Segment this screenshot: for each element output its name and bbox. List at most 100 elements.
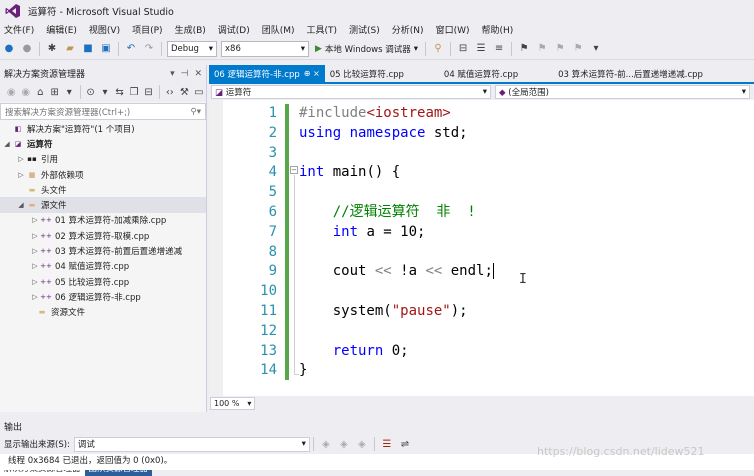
collapsed-arrow-icon[interactable]: ▷ (30, 293, 40, 301)
menu-view[interactable]: 视图(V) (85, 23, 128, 36)
tree-item-project[interactable]: ◢ ◪ 运算符 (0, 136, 206, 151)
code-line: using namespace std; (299, 124, 468, 141)
menu-edit[interactable]: 编辑(E) (42, 23, 85, 36)
code-line: return 0; (332, 342, 409, 359)
code-editor[interactable]: 1 2 3 4 5 6 7 8 9 10 11 12 13 14 − #incl… (209, 100, 754, 396)
line-number: 10 (260, 283, 277, 300)
panel-menu-icon[interactable]: ▾ (170, 69, 175, 79)
switch-views-icon[interactable]: ⊞ (49, 84, 62, 100)
redo-icon[interactable]: ↷ (141, 41, 157, 57)
tree-item-file[interactable]: ▷ ++ 02 算术运算符-取模.cpp (0, 228, 206, 243)
menu-team[interactable]: 团队(M) (258, 23, 303, 36)
tree-item-file[interactable]: ▷ ++ 06 逻辑运算符-非.cpp (0, 289, 206, 304)
menu-file[interactable]: 文件(F) (0, 23, 42, 36)
tree-item-headers[interactable]: ▬ 头文件 (0, 182, 206, 197)
back-icon[interactable]: ● (1, 41, 17, 57)
pin-close-icon[interactable]: ⊕ × (304, 69, 320, 78)
home-icon[interactable]: ⌂ (34, 84, 47, 100)
cpp-file-icon: ++ (40, 231, 52, 240)
collapse-all-icon[interactable]: ⊟ (142, 84, 155, 100)
code-text[interactable]: #include<iostream> using namespace std; … (299, 104, 749, 381)
prev-bookmark-icon[interactable]: ⚑ (534, 41, 550, 57)
step-icon[interactable]: ⊟ (455, 41, 471, 57)
line-number: 4 (268, 164, 277, 181)
tree-item-file[interactable]: ▷ ++ 03 算术运算符-前置后置递增递减 (0, 243, 206, 258)
dropdown-arrow-icon: ▾ (247, 399, 252, 408)
expanded-arrow-icon[interactable]: ◢ (2, 140, 12, 148)
toolbar-overflow-icon[interactable]: ▾ (588, 41, 604, 57)
tree-item-file[interactable]: ▷ ++ 01 算术运算符-加减乘除.cpp (0, 213, 206, 228)
dropdown-arrow-icon[interactable]: ▾ (63, 84, 76, 100)
line-number: 2 (268, 124, 277, 141)
solution-search-input[interactable]: 搜索解决方案资源管理器(Ctrl+;) ⚲▾ (0, 103, 206, 120)
pin-icon[interactable]: ⊣ (181, 69, 189, 79)
tree-item-solution[interactable]: ◧ 解决方案"运算符"(1 个项目) (0, 121, 206, 136)
tab-logic-operator-file[interactable]: 06 逻辑运算符-非.cpp ⊕ × (209, 65, 325, 82)
selection-margin[interactable] (209, 100, 223, 396)
collapsed-arrow-icon[interactable]: ▷ (30, 278, 40, 286)
project-scope-select[interactable]: ◪ 运算符 ▾ (211, 85, 491, 99)
tree-item-external-deps[interactable]: ▷ ▦ 外部依赖项 (0, 167, 206, 182)
next-bookmark-icon[interactable]: ⚑ (552, 41, 568, 57)
zoom-select[interactable]: 100 % ▾ (210, 397, 256, 410)
tree-item-file[interactable]: ▷ ++ 05 比较运算符.cpp (0, 274, 206, 289)
solution-tree: ◧ 解决方案"运算符"(1 个项目) ◢ ◪ 运算符 ▷ ▪▪ 引用 ▷ ▦ 外… (0, 121, 206, 320)
collapsed-arrow-icon[interactable]: ▷ (30, 262, 40, 270)
output-source-label: 显示输出来源(S): (4, 440, 70, 450)
tab-compare-operator-file[interactable]: 05 比较运算符.cpp (325, 65, 409, 82)
code-line: int a = 10; (332, 223, 426, 240)
menu-window[interactable]: 窗口(W) (432, 23, 478, 36)
prev-message-icon[interactable]: ◈ (336, 436, 352, 452)
tab-assign-operator-file[interactable]: 04 赋值运算符.cpp (439, 65, 523, 82)
collapse-icon[interactable]: − (290, 166, 298, 174)
menu-tools[interactable]: 工具(T) (303, 23, 346, 36)
pending-changes-icon[interactable]: ⊙ (84, 84, 97, 100)
open-file-icon[interactable]: ▰ (62, 41, 78, 57)
tree-item-sources[interactable]: ◢ ▬ 源文件 (0, 197, 206, 213)
forward-icon[interactable]: ◉ (20, 84, 33, 100)
clear-all-icon[interactable]: ☰ (379, 436, 395, 452)
clear-bookmarks-icon[interactable]: ⚑ (570, 41, 586, 57)
global-scope-select[interactable]: ◆ (全局范围) ▾ (495, 85, 750, 99)
platform-select[interactable]: x86 ▾ (221, 40, 309, 57)
properties-icon[interactable]: ⚒ (178, 84, 191, 100)
configuration-select[interactable]: Debug ▾ (167, 40, 217, 57)
collapsed-arrow-icon[interactable]: ▷ (30, 232, 40, 240)
find-message-icon[interactable]: ◈ (318, 436, 334, 452)
collapsed-arrow-icon[interactable]: ▷ (16, 171, 26, 179)
find-icon[interactable]: ⚲ (430, 41, 446, 57)
menu-build[interactable]: 生成(B) (171, 23, 214, 36)
menu-help[interactable]: 帮助(H) (477, 23, 521, 36)
collapsed-arrow-icon[interactable]: ▷ (16, 155, 26, 163)
indent-icon[interactable]: ☰ (473, 41, 489, 57)
tab-arithmetic-file[interactable]: 03 算术运算符-前...后置递增递减.cpp (553, 65, 708, 82)
menu-debug[interactable]: 调试(D) (214, 23, 258, 36)
tree-item-file[interactable]: ▷ ++ 04 赋值运算符.cpp (0, 259, 206, 274)
copy-icon[interactable]: ❐ (128, 84, 141, 100)
menu-analyze[interactable]: 分析(N) (388, 23, 432, 36)
menu-project[interactable]: 项目(P) (128, 23, 170, 36)
code-view-icon[interactable]: ‹› (164, 84, 177, 100)
new-project-icon[interactable]: ✱ (44, 41, 60, 57)
collapsed-arrow-icon[interactable]: ▷ (30, 216, 40, 224)
comment-icon[interactable]: ≡ (491, 41, 507, 57)
collapsed-arrow-icon[interactable]: ▷ (30, 247, 40, 255)
output-source-select[interactable]: 调试 ▾ (73, 436, 310, 452)
tree-item-resources[interactable]: ▬ 资源文件 (0, 305, 206, 320)
sync-icon[interactable]: ⇆ (113, 84, 126, 100)
word-wrap-icon[interactable]: ⇌ (397, 436, 413, 452)
save-all-icon[interactable]: ▣ (98, 41, 114, 57)
next-message-icon[interactable]: ◈ (354, 436, 370, 452)
save-icon[interactable]: ■ (80, 41, 96, 57)
forward-icon[interactable]: ● (19, 41, 35, 57)
bookmark-icon[interactable]: ⚑ (516, 41, 532, 57)
back-icon[interactable]: ◉ (5, 84, 18, 100)
start-debugging-button[interactable]: ▶ 本地 Windows 调试器 ▾ (315, 43, 418, 55)
undo-icon[interactable]: ↶ (123, 41, 139, 57)
expanded-arrow-icon[interactable]: ◢ (16, 201, 26, 209)
dropdown-arrow-icon[interactable]: ▾ (99, 84, 112, 100)
close-icon[interactable]: ✕ (194, 69, 202, 79)
tree-item-references[interactable]: ▷ ▪▪ 引用 (0, 152, 206, 167)
preview-icon[interactable]: ▭ (193, 84, 206, 100)
menu-test[interactable]: 测试(S) (345, 23, 388, 36)
